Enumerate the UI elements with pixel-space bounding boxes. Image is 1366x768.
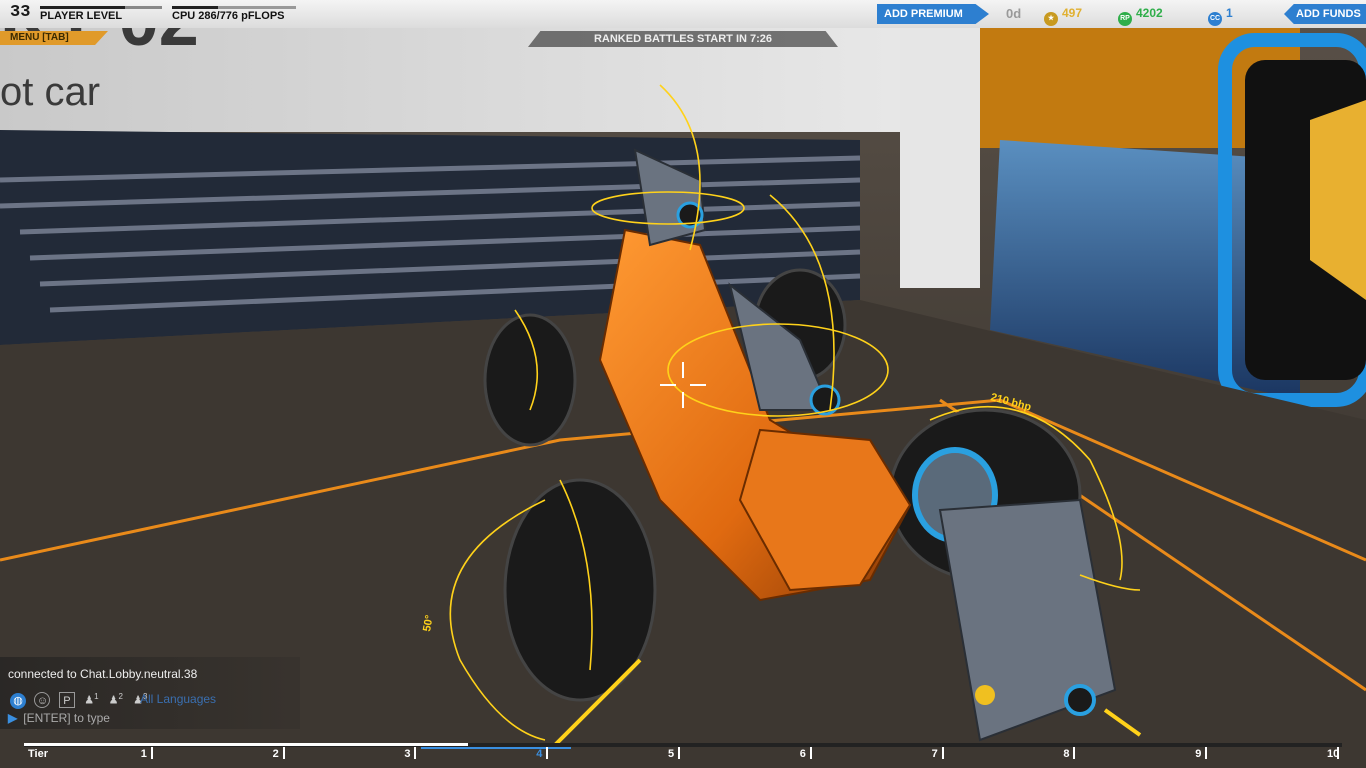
chat-channel-icons: ◍ ☺ P ♟1 ♟2 ♟3	[10, 689, 152, 709]
accessibility-icon[interactable]: ☺	[34, 691, 51, 708]
menu-tab-button[interactable]: MENU [TAB]	[0, 31, 108, 45]
tier-tick	[1073, 747, 1076, 759]
tier-tick	[809, 747, 812, 759]
chat-input-placeholder: [ENTER] to type	[23, 711, 110, 725]
rp-balance: RP 4202	[1118, 6, 1163, 26]
globe-icon[interactable]: ◍	[10, 692, 26, 709]
star-icon: ★	[1044, 12, 1058, 26]
add-premium-button[interactable]: ADD PREMIUM	[877, 4, 989, 24]
tier-tick	[546, 747, 549, 759]
cc-value: 1	[1226, 6, 1233, 20]
rp-value: 4202	[1136, 6, 1163, 20]
cpu-readout: CPU 286/776 pFLOPS	[172, 10, 285, 22]
party1-icon[interactable]: ♟1	[83, 689, 99, 707]
add-funds-button[interactable]: ADD FUNDS	[1284, 4, 1366, 24]
tier-tick	[414, 747, 417, 759]
tier-tick-label: 3	[404, 748, 411, 760]
party2-icon[interactable]: ♟2	[108, 689, 124, 707]
chat-connection-status: connected to Chat.Lobby.neutral.38	[8, 667, 198, 681]
chat-input[interactable]: ▶ [ENTER] to type	[8, 711, 288, 725]
tier-tick-label: 1	[140, 748, 147, 760]
cc-icon: CC	[1208, 12, 1222, 26]
tier-progress-bar	[24, 743, 1342, 749]
chat-language-selector[interactable]: All Languages	[140, 692, 216, 706]
play-icon: ▶	[8, 711, 18, 725]
tier-tick-label: 7	[931, 748, 938, 760]
tier-tick-label: 5	[668, 748, 675, 760]
tier-tick	[1205, 747, 1208, 759]
party1-label: 1	[94, 692, 99, 701]
robits-value: 497	[1062, 6, 1083, 20]
cpu-progress	[172, 6, 296, 9]
tier-tick-label: 6	[799, 748, 806, 760]
tier-tick	[678, 747, 680, 759]
crosshair-icon	[660, 362, 706, 408]
player-level-progress	[40, 6, 162, 9]
tier-tick-label: 8	[1063, 748, 1070, 760]
tier-tick	[282, 747, 285, 759]
tier-tick-label: 9	[1195, 748, 1202, 760]
p-icon[interactable]: P	[58, 691, 75, 708]
backdrop-sign-subtitle: ot car	[0, 70, 100, 114]
premium-days: 0d	[1006, 6, 1022, 21]
chat-panel: connected to Chat.Lobby.neutral.38 ◍ ☺ P…	[0, 657, 300, 729]
rp-icon: RP	[1118, 12, 1132, 26]
tier-tick-label: 4	[536, 748, 543, 760]
robits-balance: ★ 497	[1044, 6, 1082, 26]
tier-tick-label: 2	[272, 748, 279, 760]
tier-tick-label: 10	[1327, 748, 1340, 760]
player-level-value: 33	[10, 3, 31, 22]
party2-label: 2	[118, 692, 123, 701]
tier-tick	[150, 747, 153, 759]
ranked-battles-banner: RANKED BATTLES START IN 7:26	[528, 31, 838, 47]
top-bar: 33 PLAYER LEVEL CPU 286/776 pFLOPS ADD P…	[0, 0, 1366, 28]
tier-label: Tier	[28, 748, 48, 760]
tier-tick	[941, 747, 944, 759]
player-level-label: PLAYER LEVEL	[40, 10, 123, 22]
cc-balance: CC 1	[1208, 6, 1233, 26]
